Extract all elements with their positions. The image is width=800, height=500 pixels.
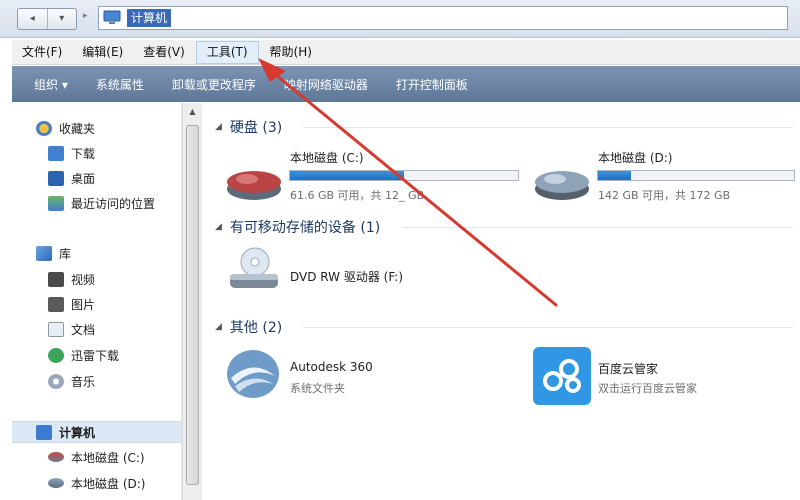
computer-icon [36,424,52,440]
nav-thunder-downloads[interactable]: 迅雷下载 [48,345,119,365]
scroll-up-arrow-icon[interactable]: ▲ [185,107,200,121]
drive-c-icon [48,452,64,462]
nav-documents[interactable]: 文档 [48,319,95,339]
menu-tools[interactable]: 工具(T) [195,40,259,64]
nav-computer-label: 计算机 [59,425,96,440]
open-control-panel-button[interactable]: 打开控制面板 [382,76,482,93]
content-pane: ◢ 硬盘 (3) 本地磁盘 (C:) 61.6 GB 可用，共 12_ GB 本… [203,103,800,500]
group-hard-disks-title: 硬盘 (3) [229,120,283,136]
drive-d-usage-fill [598,171,632,180]
baidu-cloud-icon [533,347,591,405]
command-bar: 组织 ▾ 系统属性 卸载或更改程序 映射网络驱动器 打开控制面板 [12,66,800,102]
desktop-icon [48,170,64,186]
group-other-title: 其他 (2) [229,320,283,336]
recent-places-icon [48,195,64,211]
nav-drive-d[interactable]: 本地磁盘 (D:) [48,473,145,493]
nav-thunder-label: 迅雷下载 [71,348,120,363]
navigation-scrollbar[interactable]: ▲ [182,103,202,500]
autodesk-360-icon [227,350,279,398]
collapse-arrow-icon: ◢ [215,222,222,232]
nav-recent-label: 最近访问的位置 [71,196,156,211]
dvd-drive-icon [230,247,278,288]
nav-drive-c[interactable]: 本地磁盘 (C:) [48,447,145,467]
menu-file[interactable]: 文件(F) [12,40,72,65]
group-other[interactable]: ◢ 其他 (2) [215,317,282,337]
drive-c-name: 本地磁盘 (C:) [290,151,364,165]
menu-bar: 文件(F) 编辑(E) 查看(V) 工具(T) 帮助(H) [12,40,800,65]
navigation-pane: 收藏夹 下载 桌面 最近访问的位置 库 视频 图片 文档 迅雷下载 音乐 计算机 [12,103,182,500]
nav-recent-places[interactable]: 最近访问的位置 [48,193,155,213]
nav-downloads-label: 下载 [71,146,96,161]
address-path-text: 计算机 [127,9,172,27]
system-properties-button[interactable]: 系统属性 [82,76,158,93]
nav-buttons: ◂ ▾ [17,8,77,30]
star-icon [36,120,52,136]
music-icon [48,373,64,389]
drive-d-name: 本地磁盘 (D:) [598,151,673,165]
nav-libraries[interactable]: 库 [36,243,71,263]
scroll-thumb[interactable] [186,125,199,485]
drive-d-usage-bar [597,170,795,181]
collapse-arrow-icon: ◢ [215,122,222,132]
organize-button[interactable]: 组织 ▾ [12,76,82,93]
group-divider [303,127,793,128]
video-icon [48,271,64,287]
drive-d-free-space: 142 GB 可用，共 172 GB [598,189,731,202]
address-prefix-arrow-icon: ▸ [83,11,88,21]
drive-d-icon [48,478,64,488]
nav-videos-label: 视频 [71,272,96,287]
nav-pictures[interactable]: 图片 [48,294,95,314]
nav-favorites[interactable]: 收藏夹 [36,118,95,138]
baidu-cloud-desc: 双击运行百度云管家 [598,382,697,395]
nav-music-label: 音乐 [71,374,96,389]
nav-libraries-label: 库 [59,246,72,261]
drive-c-usage-fill [290,171,404,180]
nav-videos[interactable]: 视频 [48,269,95,289]
menu-help[interactable]: 帮助(H) [260,40,322,65]
hard-drive-d-icon [535,171,589,200]
picture-icon [48,296,64,312]
baidu-cloud-name: 百度云管家 [598,362,659,376]
library-icon [36,245,52,261]
nav-pictures-label: 图片 [71,297,96,312]
nav-computer[interactable]: 计算机 [12,421,182,443]
nav-desktop[interactable]: 桌面 [48,168,95,188]
map-network-drive-button[interactable]: 映射网络驱动器 [270,76,382,93]
nav-drive-d-label: 本地磁盘 (D:) [71,476,146,491]
nav-documents-label: 文档 [71,322,96,337]
nav-music[interactable]: 音乐 [48,371,95,391]
history-dropdown-button[interactable]: ▾ [46,9,77,29]
thunder-download-icon [48,347,64,363]
uninstall-program-button[interactable]: 卸载或更改程序 [158,76,270,93]
drive-c-usage-bar [289,170,519,181]
autodesk-360-desc: 系统文件夹 [290,382,345,395]
nav-drive-c-label: 本地磁盘 (C:) [71,450,145,465]
collapse-arrow-icon: ◢ [215,322,222,332]
download-folder-icon [48,145,64,161]
computer-icon [103,10,121,24]
dvd-drive-name: DVD RW 驱动器 (F:) [290,270,404,284]
group-removable[interactable]: ◢ 有可移动存储的设备 (1) [215,217,380,237]
autodesk-360-name: Autodesk 360 [290,360,373,374]
group-removable-title: 有可移动存储的设备 (1) [229,220,381,236]
menu-edit[interactable]: 编辑(E) [72,40,133,65]
nav-downloads[interactable]: 下载 [48,143,95,163]
nav-favorites-label: 收藏夹 [59,121,96,136]
drive-c-free-space: 61.6 GB 可用，共 12_ GB [290,189,425,202]
hard-drive-c-icon [227,171,281,200]
address-input[interactable]: 计算机 [98,6,788,30]
menu-view[interactable]: 查看(V) [133,40,195,65]
group-divider [303,327,793,328]
nav-desktop-label: 桌面 [71,171,96,186]
address-bar-region: ◂ ▾ ▸ 计算机 [0,0,800,38]
group-hard-disks[interactable]: ◢ 硬盘 (3) [215,117,282,137]
document-icon [48,321,64,337]
back-button[interactable]: ◂ [18,9,47,29]
group-divider [403,227,793,228]
